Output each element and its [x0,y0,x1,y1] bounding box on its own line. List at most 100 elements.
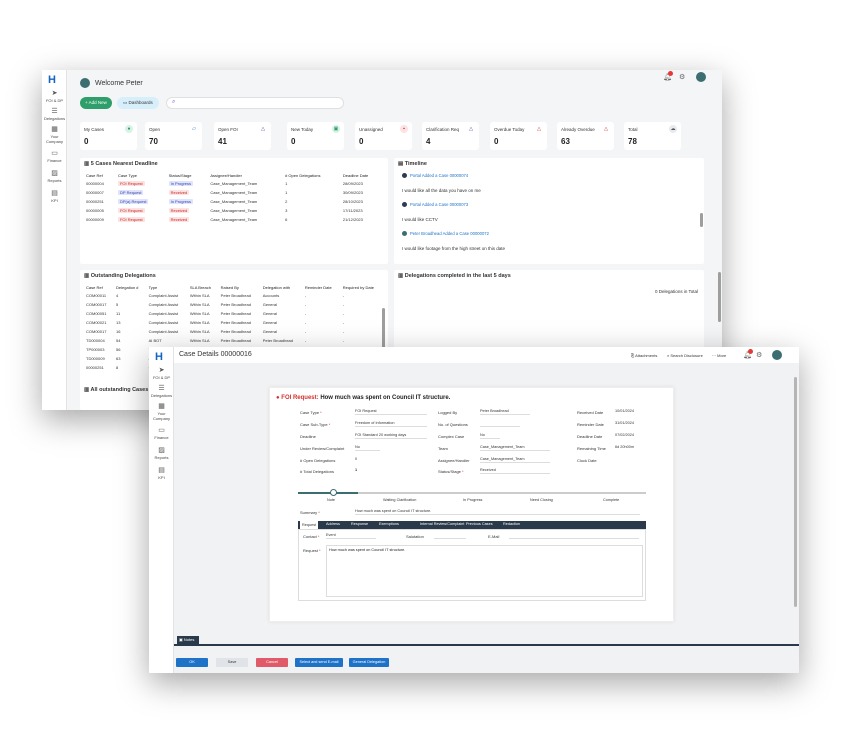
received-date-field[interactable]: 10/01/2024 [615,408,639,415]
general-delegation-button[interactable]: General Delegation [349,658,389,667]
case-ref-link[interactable]: COM00017 [84,300,114,309]
table-row[interactable]: 00000009 FOI Request Received Case_Manageme… [84,215,384,224]
deadline-select[interactable]: FOI Standard 20 working days [355,432,427,439]
case-ref-link[interactable]: 00000004 [84,179,116,188]
case-ref-link[interactable]: 00000009 [84,215,116,224]
case-type-select[interactable]: FOI Request [355,408,427,415]
case-ref-link[interactable]: 00000005 [84,206,116,215]
tab-address[interactable]: Address [326,522,340,526]
deadline-date-field[interactable]: 07/02/2024 [615,432,639,439]
stat-open[interactable]: Open 70 ▱ [145,122,202,150]
progress-knob[interactable] [330,489,337,496]
tab-response[interactable]: Response [351,522,368,526]
table-row[interactable]: TD000004 54 AI BOT Within SLA Peter Broadhea… [84,336,384,345]
step-need-closing[interactable]: Need Closing [530,498,553,502]
delegation-link[interactable]: 63 [114,354,147,363]
case-ref-link[interactable]: 00000251 [84,197,116,206]
page-scrollbar[interactable] [718,272,721,322]
status-select[interactable]: Received [480,467,550,474]
under-review-select[interactable]: No [355,444,380,451]
reminder-date-field[interactable]: 31/01/2024 [615,420,639,427]
table-row[interactable]: 00000251 DP(a) Request In Progress Case_Man… [84,197,384,206]
stat-already-overdue[interactable]: Already Overdue 63 △ [557,122,614,150]
table-row[interactable]: COM00051 11 Complaint Assist Within SLA Pete… [84,309,384,318]
stat-my-cases[interactable]: My Cases 0 ● [80,122,137,150]
case-ref-link[interactable]: COM00011 [84,291,114,300]
salutation-select[interactable] [434,532,466,539]
stat-unassigned[interactable]: Unassigned 0 ▪ [355,122,412,150]
nav-reports[interactable]: ▨ Reports [149,447,174,460]
case-ref-link[interactable]: COM00021 [84,318,114,327]
tab-redaction[interactable]: Redaction [503,522,520,526]
notes-tab[interactable]: ▣ Notes [177,636,199,644]
case-subtype-select[interactable]: Freedom of Information [355,420,427,427]
gear-icon[interactable]: ⚙ [756,351,762,359]
save-button[interactable]: Save [216,658,248,667]
summary-input[interactable]: How much was spent on Council IT structu… [355,508,640,515]
timeline-item[interactable]: Portal Added a Case 00000073 [402,202,468,208]
app-logo[interactable]: H [48,74,60,86]
complex-case-select[interactable]: No [480,432,500,439]
nav-delegations[interactable]: ☰ Delegations [149,385,174,398]
team-select[interactable]: Case_Management_Team [480,444,550,451]
table-row[interactable]: 00000007 DP Request Received Case_Managemen… [84,188,384,197]
add-new-button[interactable]: + Add New [80,97,112,109]
gear-icon[interactable]: ⚙ [679,73,685,81]
tab-exemptions[interactable]: Exemptions [379,522,399,526]
delegation-link[interactable]: 11 [114,309,147,318]
search-input[interactable]: ⌕ [166,97,344,109]
step-complete[interactable]: Complete [603,498,619,502]
case-ref-link[interactable]: TP000003 [84,345,114,354]
nav-delegations[interactable]: ☰ Delegations [42,108,67,121]
no-questions-field[interactable] [480,420,520,427]
nav-finance[interactable]: ▭ Finance [149,427,174,440]
stat-total[interactable]: Total 78 ☁ [624,122,681,150]
case-ref-link[interactable]: COM00017 [84,327,114,336]
table-row[interactable]: COM00011 4 Complaint Assist Within SLA Peter… [84,291,384,300]
search-disclosure-button[interactable]: ⌕ Search Disclosure [667,353,703,358]
stat-clarification[interactable]: Clarification Req 4 △ [422,122,479,150]
timeline-item[interactable]: Portal Added a Case 00000074 [402,173,468,179]
table-row[interactable]: 00000004 FOI Request In Progress Case_Manag… [84,179,384,188]
delegation-link[interactable]: 16 [114,327,147,336]
request-textarea[interactable]: How much was spent on Council IT structu… [326,545,643,597]
assignee-select[interactable]: Case_Management_Team [480,456,550,463]
contact-field[interactable]: Event [326,532,376,539]
nav-your-company[interactable]: ▦ Your Company [42,126,67,144]
dashboards-button[interactable]: ▭ Dashboards [117,97,159,109]
profile-avatar[interactable] [696,72,706,82]
delegation-link[interactable]: 13 [114,318,147,327]
profile-avatar[interactable] [772,350,782,360]
delegation-link[interactable]: 4 [114,291,147,300]
case-ref-link[interactable]: 00000251 [84,363,114,372]
app-logo[interactable]: H [155,351,167,363]
tab-request[interactable]: Request [300,521,319,529]
tab-previous-cases[interactable]: Previous Cases [466,522,493,526]
table-row[interactable]: COM00017 5 Complaint Assist Within SLA Peter… [84,300,384,309]
case-ref-link[interactable]: 00000007 [84,188,116,197]
case-ref-link[interactable]: TD000009 [84,354,114,363]
nav-foi-dp[interactable]: ➤ FOI & DP [149,367,174,380]
ok-button[interactable]: OK [176,658,208,667]
attachments-button[interactable]: ⎘ Attachments [631,353,657,358]
case-ref-link[interactable]: TD000004 [84,336,114,345]
nav-kpi[interactable]: ▤ KPI [42,190,67,203]
select-send-email-button[interactable]: Select and send E-mail [295,658,343,667]
page-scrollbar[interactable] [794,377,797,607]
stat-new-today[interactable]: New Today 0 ▣ [287,122,344,150]
step-waiting-clarification[interactable]: Waiting Clarification [383,498,416,502]
stat-open-foi[interactable]: Open FOI 41 △ [214,122,271,150]
table-row[interactable]: COM00021 13 Complaint Assist Within SLA Pete… [84,318,384,327]
timeline-item[interactable]: Peter Broadhead Added a Case 00000072 [402,231,489,237]
delegation-link[interactable]: 56 [114,345,147,354]
timeline-scrollbar[interactable] [700,213,703,227]
logged-by-field[interactable]: Peter Broadhead [480,408,530,415]
more-button[interactable]: ⋯ More [712,353,726,358]
case-ref-link[interactable]: COM00051 [84,309,114,318]
nav-kpi[interactable]: ▤ KPI [149,467,174,480]
nav-your-company[interactable]: ▦ Your Company [149,403,174,421]
table-row[interactable]: COM00017 16 Complaint Assist Within SLA Pete… [84,327,384,336]
nav-reports[interactable]: ▨ Reports [42,170,67,183]
delegation-link[interactable]: 5 [114,300,147,309]
step-in-progress[interactable]: In Progress [463,498,482,502]
